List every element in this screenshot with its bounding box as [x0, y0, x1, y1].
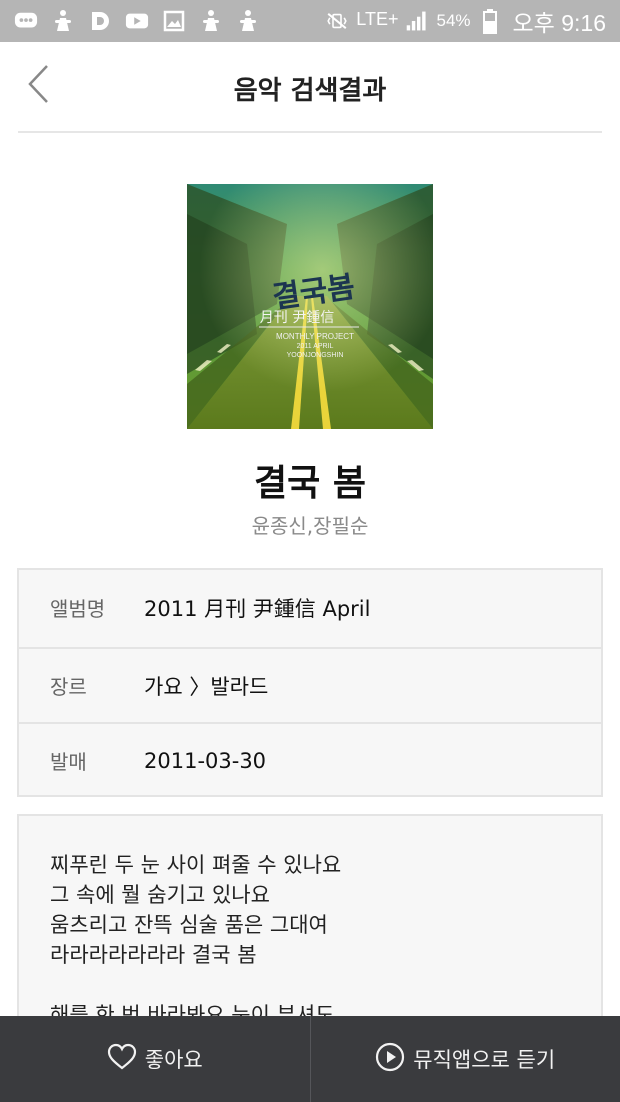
signal-icon — [405, 9, 429, 33]
d-app-icon — [88, 9, 112, 33]
album-cover: 결국봄 月刊 尹鍾信 MONTHLY PROJECT 2011 APRIL YO… — [187, 184, 433, 429]
song-info-table: 앨범명 2011 月刊 尹鍾信 April 장르 가요 〉발라드 발매 2011… — [17, 568, 603, 797]
lyric-line: 움츠리고 잔뜩 심술 품은 그대여 — [50, 913, 328, 937]
gallery-icon — [162, 9, 186, 33]
info-value: 가요 〉발라드 — [144, 674, 269, 699]
info-label: 앨범명 — [50, 597, 106, 621]
listen-label: 뮤직앱으로 듣기 — [413, 1048, 556, 1072]
cover-name: YOONJONGSHIN — [287, 352, 344, 359]
battery-percent: 54% — [436, 11, 471, 30]
youtube-icon — [125, 9, 149, 33]
app-notification-icon-2 — [199, 9, 223, 33]
song-title: 결국 봄 — [254, 463, 366, 504]
lyric-line: 찌푸린 두 눈 사이 펴줄 수 있나요 — [50, 853, 342, 877]
chat-notification-icon — [14, 9, 38, 33]
cover-project: MONTHLY PROJECT — [276, 332, 354, 341]
info-value: 2011-03-30 — [144, 748, 267, 773]
like-label: 좋아요 — [144, 1048, 203, 1072]
header-divider — [18, 131, 602, 133]
app-notification-icon-3 — [236, 9, 260, 33]
info-label: 발매 — [50, 750, 87, 774]
clock: 오후 9:16 — [512, 10, 606, 36]
lyric-line: 그 속에 뭘 숨기고 있나요 — [50, 883, 270, 907]
cover-date: 2011 APRIL — [297, 343, 334, 350]
bottom-action-bar: 좋아요 뮤직앱으로 듣기 — [0, 1016, 620, 1102]
listen-in-music-app-button[interactable]: 뮤직앱으로 듣기 — [311, 1016, 620, 1102]
play-circle-icon — [375, 1042, 405, 1077]
app-notification-icon — [51, 9, 75, 33]
network-type: LTE+ — [356, 8, 399, 29]
info-value: 2011 月刊 尹鍾信 April — [144, 596, 371, 621]
page-title: 음악 검색결과 — [233, 76, 387, 106]
status-bar: LTE+ 54% 오후 9:16 — [0, 0, 620, 42]
info-row-album: 앨범명 2011 月刊 尹鍾信 April — [19, 570, 601, 645]
battery-icon — [478, 9, 502, 34]
heart-icon — [107, 1043, 137, 1076]
status-system-icons: LTE+ 54% 오후 9:16 — [325, 5, 606, 37]
artist-name: 윤종신,장필순 — [251, 514, 369, 538]
info-label: 장르 — [50, 675, 87, 699]
app-header: 음악 검색결과 — [0, 42, 620, 132]
cover-subtitle: 月刊 尹鍾信 — [260, 310, 334, 326]
lyric-line: 라라라라라라라 결국 봄 — [50, 943, 257, 967]
vibrate-mute-icon — [325, 9, 349, 33]
info-row-genre: 장르 가요 〉발라드 — [19, 647, 601, 722]
status-notification-icons — [14, 7, 260, 35]
like-button[interactable]: 좋아요 — [0, 1016, 311, 1102]
info-row-release: 발매 2011-03-30 — [19, 722, 601, 797]
